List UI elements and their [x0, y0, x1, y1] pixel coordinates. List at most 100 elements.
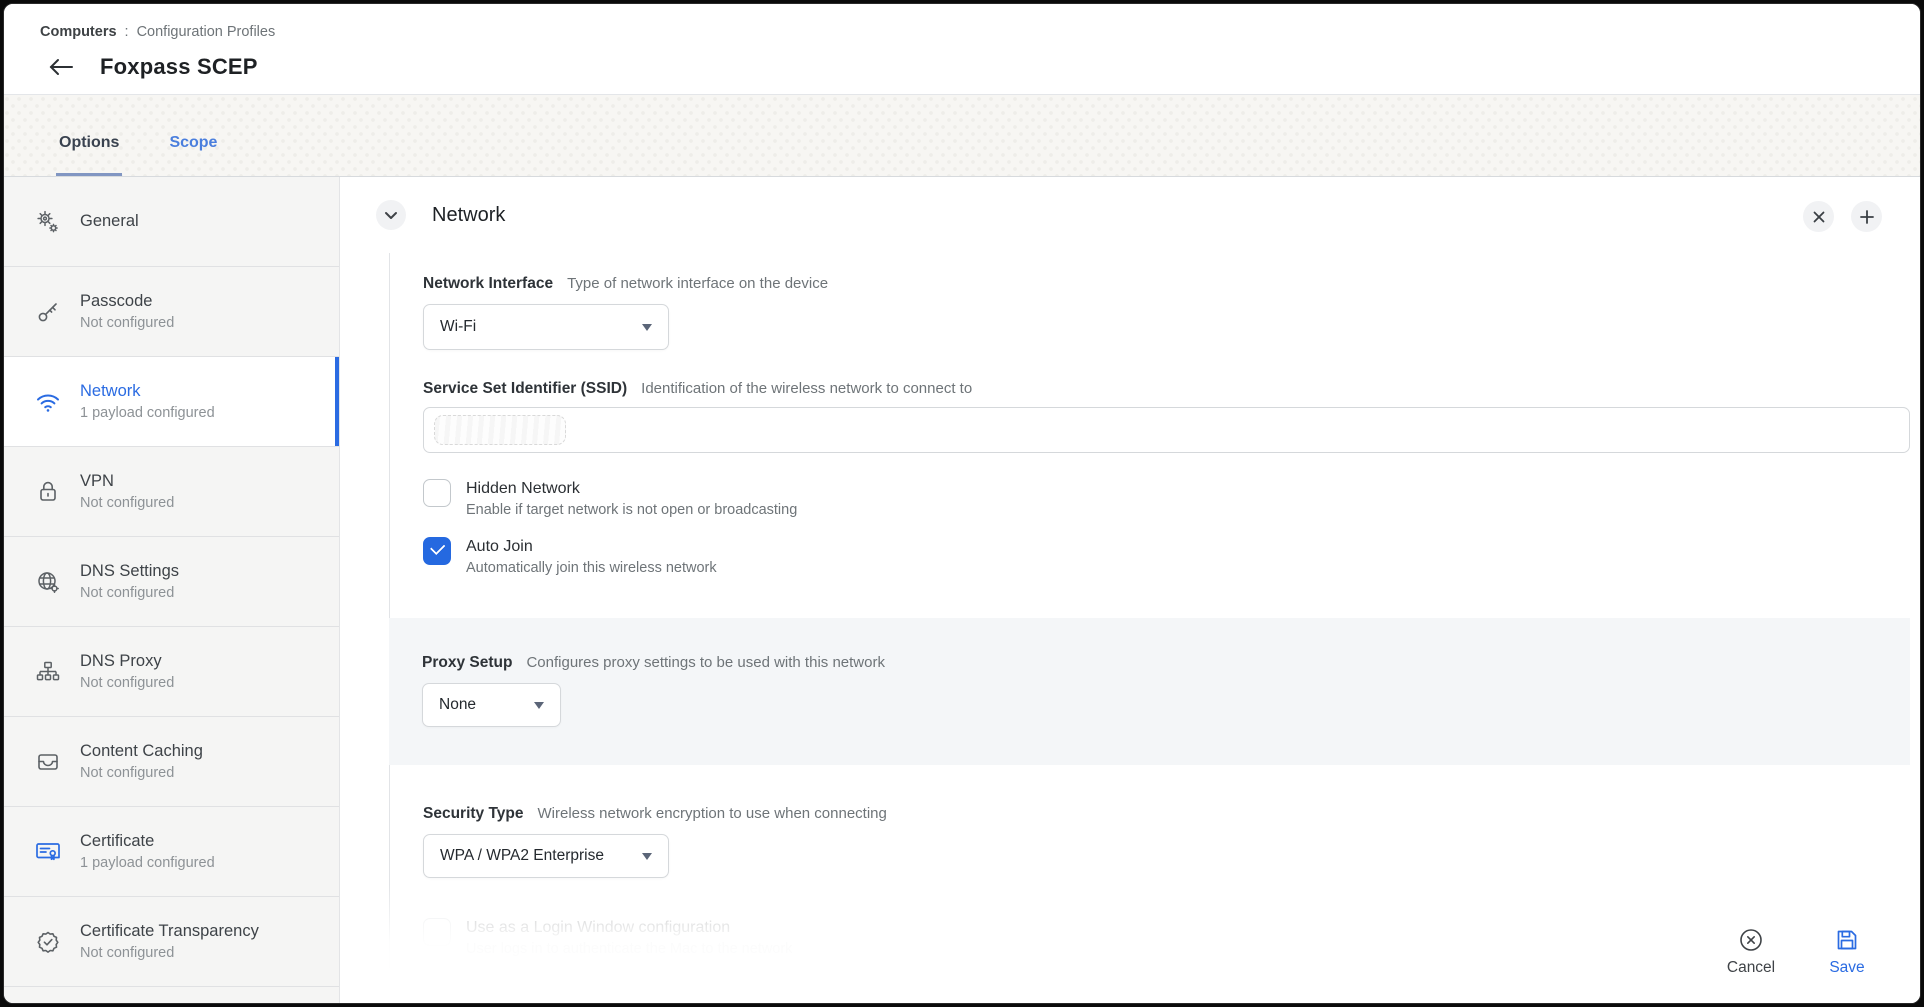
security-type-select[interactable]: WPA / WPA2 Enterprise — [423, 834, 669, 878]
checkbox-label: Auto Join — [466, 538, 717, 556]
gears-icon — [33, 207, 63, 237]
sidebar-item-subtitle: Not configured — [80, 675, 174, 691]
sidebar-item-subtitle: Not configured — [80, 495, 174, 511]
payload-sidebar: General Passcode Not configured — [4, 177, 340, 1003]
sidebar-item-certificate-transparency[interactable]: Certificate TransparencyNot configured — [4, 897, 339, 987]
footer-actions: Cancel Save — [1720, 927, 1878, 977]
selected-value: WPA / WPA2 Enterprise — [440, 847, 604, 865]
wifi-icon — [33, 387, 63, 417]
collapse-payload-button[interactable] — [376, 200, 406, 230]
field-label: Security Type — [423, 805, 524, 823]
close-icon — [1813, 211, 1825, 223]
sidebar-item-label: Passcode — [80, 292, 174, 311]
cancel-button[interactable]: Cancel — [1720, 927, 1782, 977]
lock-icon — [33, 477, 63, 507]
caret-down-icon — [642, 324, 652, 331]
plus-icon — [1860, 210, 1874, 224]
caret-down-icon — [534, 702, 544, 709]
add-payload-button[interactable] — [1851, 201, 1882, 232]
sidebar-item-certificate[interactable]: Certificate1 payload configured — [4, 807, 339, 897]
redacted-ssid-value — [434, 415, 566, 445]
page-title: Foxpass SCEP — [100, 54, 258, 80]
selected-value: Wi-Fi — [440, 318, 476, 336]
network-interface-select[interactable]: Wi-Fi — [423, 304, 669, 350]
checkbox-help: User logs in to authenticate the Mac to … — [466, 941, 792, 957]
sidebar-item-subtitle: 1 payload configured — [80, 405, 215, 421]
field-ssid: Service Set Identifier (SSID) Identifica… — [423, 380, 1910, 453]
breadcrumb: Computers : Configuration Profiles — [40, 24, 1920, 40]
breadcrumb-separator: : — [125, 24, 129, 40]
payload-title: Network — [432, 204, 505, 227]
login-window-row: Use as a Login Window configuration User… — [423, 918, 1910, 957]
chevron-down-icon — [384, 211, 398, 220]
login-window-checkbox[interactable] — [423, 918, 451, 946]
breadcrumb-configuration-profiles[interactable]: Configuration Profiles — [137, 24, 276, 40]
auto-join-checkbox[interactable] — [423, 537, 451, 565]
screenshot-stage: Computers : Configuration Profiles Foxpa… — [0, 0, 1924, 1007]
back-arrow-icon — [48, 57, 74, 77]
sidebar-item-passcode[interactable]: Passcode Not configured — [4, 267, 339, 357]
field-help: Wireless network encryption to use when … — [538, 805, 887, 822]
remove-payload-button[interactable] — [1803, 201, 1834, 232]
key-icon — [33, 297, 63, 327]
field-label: Network Interface — [423, 275, 553, 293]
sidebar-item-dns-settings[interactable]: DNS Settings Not configured — [4, 537, 339, 627]
hidden-network-row: Hidden Network Enable if target network … — [423, 479, 1910, 518]
security-section: Security Type Wireless network encryptio… — [389, 765, 1910, 1003]
payload-actions — [1803, 201, 1882, 232]
save-button[interactable]: Save — [1816, 927, 1878, 977]
field-help: Identification of the wireless network t… — [641, 380, 972, 397]
payload-editor: Network — [340, 177, 1920, 1003]
network-security-settings-heading: Network Security Settings Configurations… — [423, 975, 1910, 997]
save-floppy-icon — [1834, 927, 1860, 953]
cancel-circle-x-icon — [1738, 927, 1764, 953]
sidebar-item-general[interactable]: General — [4, 177, 339, 267]
selected-value: None — [439, 696, 476, 714]
field-label: Service Set Identifier (SSID) — [423, 380, 627, 398]
body: General Passcode Not configured — [4, 177, 1920, 1003]
tab-options[interactable]: Options — [59, 134, 119, 176]
auto-join-row: Auto Join Automatically join this wirele… — [423, 537, 1910, 576]
sidebar-item-label: Content Caching — [80, 742, 203, 761]
caret-down-icon — [642, 853, 652, 860]
save-label: Save — [1829, 959, 1864, 977]
breadcrumb-computers[interactable]: Computers — [40, 24, 117, 40]
checkbox-label: Hidden Network — [466, 480, 797, 498]
tab-scope[interactable]: Scope — [169, 134, 217, 176]
field-proxy-setup: Proxy Setup Configures proxy settings to… — [422, 654, 1910, 727]
sidebar-item-subtitle: Not configured — [80, 765, 203, 781]
sidebar-item-label: DNS Proxy — [80, 652, 174, 671]
checkbox-help: Enable if target network is not open or … — [466, 502, 797, 518]
ssid-input[interactable] — [423, 407, 1910, 453]
checkbox-help: Automatically join this wireless network — [466, 560, 717, 576]
sidebar-item-content-caching[interactable]: Content Caching Not configured — [4, 717, 339, 807]
sidebar-item-label: DNS Settings — [80, 562, 179, 581]
proxy-section: Proxy Setup Configures proxy settings to… — [389, 618, 1910, 765]
tab-strip: Options Scope — [4, 94, 1920, 177]
subsection-title: Network Security Settings — [423, 975, 658, 997]
inbox-icon — [33, 747, 63, 777]
sidebar-item-subtitle: Not configured — [80, 585, 179, 601]
field-label: Proxy Setup — [422, 654, 512, 672]
sidebar-item-vpn[interactable]: VPN Not configured — [4, 447, 339, 537]
sidebar-item-label: VPN — [80, 472, 174, 491]
certificate-icon — [33, 837, 63, 867]
field-help: Configures proxy settings to be used wit… — [526, 654, 885, 671]
globe-gear-icon — [33, 567, 63, 597]
page-header: Computers : Configuration Profiles Foxpa… — [4, 4, 1920, 94]
seal-check-icon — [33, 927, 63, 957]
sidebar-item-label: Certificate Transparency — [80, 922, 259, 941]
sidebar-item-network[interactable]: Network1 payload configured — [4, 357, 339, 447]
payload-panel-header: Network — [340, 177, 1920, 253]
proxy-setup-select[interactable]: None — [422, 683, 561, 727]
sidebar-item-label: General — [80, 212, 139, 231]
payload-content: Network Interface Type of network interf… — [389, 253, 1910, 1003]
app-window: Computers : Configuration Profiles Foxpa… — [3, 3, 1921, 1004]
sidebar-item-dns-proxy[interactable]: DNS Proxy Not configured — [4, 627, 339, 717]
sidebar-item-label: Certificate — [80, 832, 215, 851]
field-security-type: Security Type Wireless network encryptio… — [423, 805, 1910, 878]
hidden-network-checkbox[interactable] — [423, 479, 451, 507]
back-button[interactable] — [48, 54, 74, 80]
field-help: Type of network interface on the device — [567, 275, 828, 292]
sidebar-item-subtitle: Not configured — [80, 315, 174, 331]
